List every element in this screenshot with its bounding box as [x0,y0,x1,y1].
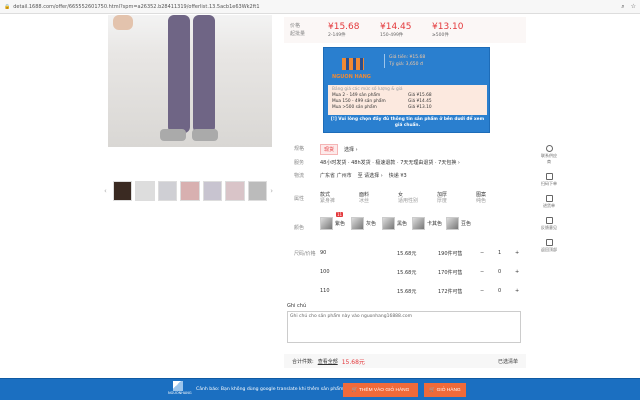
logistics-label: 物流 [294,173,305,179]
spec-more[interactable]: 选择 › [344,146,358,153]
sidebar-contact[interactable]: 联系供应商 [540,145,558,165]
qty-label: 起批量 [290,31,306,37]
total-amount: 15.68元 [341,358,365,366]
thumbnail[interactable] [157,181,178,201]
thumbnail[interactable] [135,181,155,201]
attr-item: 女适用性别 [398,192,419,204]
size-label: 尺码/价格 [294,251,316,257]
ship-from: 广东省 广州市 [320,173,352,179]
spec-option-selected[interactable]: 现货 [320,144,339,155]
sidebar-cart[interactable]: 进货单 [543,195,555,209]
total-label: 合计件数: [292,358,314,365]
remark-label: Ghi chú [287,303,307,309]
brand-logo: NGUON HANG [332,54,376,82]
price-tiers: 价格起批量 ¥15.68 2-149件 ¥14.45 150-499件 ¥13.10… [284,17,526,43]
extension-banner: NGUON HANG Giá tiền: ¥15.68 Tỷ giá: 3,650… [323,47,490,133]
remark-textarea[interactable]: Ghi chú cho sản phẩm này vào nguonhang16… [287,311,521,343]
brand-logo: NGUONHANG [168,381,192,395]
quantity-input[interactable]: 0 [498,269,501,275]
star-icon[interactable]: ☆ [631,3,636,11]
attrs-label: 属性 [294,196,305,202]
view-all-link[interactable]: 查看全部 [318,358,338,365]
plus-button[interactable]: + [515,250,519,256]
quantity-input[interactable]: 0 [498,288,501,294]
chat-icon [545,145,553,152]
thumbnail[interactable] [112,181,133,201]
total-bar: 合计件数: 查看全部 15.68元 已选清单 [284,354,526,368]
banner-price: Giá tiền: ¥15.68 [389,55,426,60]
cart-icon: 🛒 [351,387,359,393]
minus-button[interactable]: − [480,269,484,275]
color-label: 颜色 [294,225,305,231]
price-tier: ¥15.68 2-149件 [328,22,360,38]
spec-label: 规格 [294,146,305,152]
thumbnail-strip: ‹ › [104,180,276,202]
attr-item: 款式 紧身裤 [320,192,336,204]
color-option[interactable]: 卡其色 [412,217,442,230]
spec-options: 现货 选择 › [320,144,358,155]
right-sidebar: 联系供应商 扫码下单 进货单 反馈意见 返回顶部 [540,145,558,253]
price-tier: ¥14.45 150-499件 [380,22,412,38]
color-option[interactable]: 豆色 [446,217,471,230]
size-row: 90 15.68元 190件可售 −1 + [320,250,520,257]
selected-list-button[interactable]: 已选清单 [498,358,518,365]
thumbnail[interactable] [247,181,268,201]
size-row: 100 15.68元 170件可售 −0 + [320,269,520,276]
service-text[interactable]: 48小时发货 · 48h发货 · 极速退款 · 7天无理由退货 · 7天包换 › [320,159,460,166]
plus-button[interactable]: + [515,269,519,275]
cart-icon: 🛒 [429,387,437,393]
color-option[interactable]: 紫色 [320,217,345,230]
attr-item: 图案 纯色 [476,192,487,204]
url-text[interactable]: detail.1688.com/offer/665552601750.html?… [13,4,259,10]
banner-rate: Tỷ giá: 3,650 đ [389,62,423,67]
lock-icon: 🔒 [4,3,11,10]
quantity-input[interactable]: 1 [498,250,501,256]
service-label: 服务 [294,160,305,166]
color-option[interactable]: 黑色 [382,217,407,230]
address-bar[interactable]: 🔒 detail.1688.com/offer/665552601750.htm… [0,0,640,14]
price-tier: ¥13.10 ≥500件 [432,22,464,38]
attr-item: 加厚 厚度 [437,192,448,204]
minus-button[interactable]: − [480,288,484,294]
minus-button[interactable]: − [480,250,484,256]
plus-button[interactable]: + [515,288,519,294]
thumbnail[interactable] [225,181,245,201]
size-row: 110 15.68元 172件可售 −0 + [320,288,520,295]
price-label: 价格 [290,23,301,29]
chevron-left-icon[interactable]: ‹ [104,187,110,195]
cart-icon [545,195,553,202]
cart-button[interactable]: 🛒 GIỎ HÀNG [424,383,466,397]
zoom-icon[interactable]: ⌕ [621,3,624,11]
color-option[interactable]: 灰色 [351,217,376,230]
shipping-fee: 快递 ¥3 [388,173,407,179]
ship-to-select[interactable]: 至 请选择 › [358,172,383,179]
chevron-right-icon[interactable]: › [270,187,276,195]
warning-text: Cảnh báo: Bạn không dùng google translat… [196,387,346,392]
product-main-image [108,15,272,147]
banner-note: [!] Vui lòng chọn đầy đủ thông tin sản p… [330,117,485,128]
attr-item: 面料 冰丝 [359,192,370,204]
sidebar-qr[interactable]: 扫码下单 [541,173,557,187]
qr-icon [545,173,553,180]
thumbnail[interactable] [180,181,200,201]
sidebar-feedback[interactable]: 反馈意见 [541,217,557,231]
banner-price-table: Bảng giá các mức số lượng & giá Mua 2 - … [328,85,487,115]
arrow-up-icon [545,239,553,246]
sidebar-top[interactable]: 返回顶部 [541,239,557,253]
thumbnail[interactable] [202,181,223,201]
edit-icon [545,217,553,224]
add-to-cart-button[interactable]: 🛒 THÊM VÀO GIỎ HÀNG [343,383,418,397]
extension-bottom-bar: NGUONHANG Cảnh báo: Bạn không dùng googl… [0,378,640,400]
